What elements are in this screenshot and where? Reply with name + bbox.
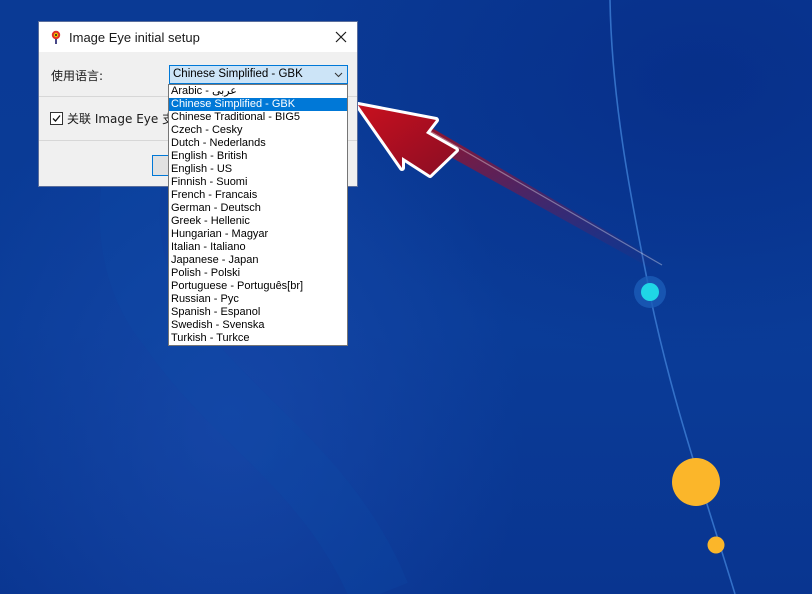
large-yellow-dot: [672, 458, 720, 506]
close-icon: [335, 31, 347, 43]
dropdown-option[interactable]: Arabic - عربى: [169, 85, 347, 98]
associate-option[interactable]: 关联 Image Eye 支持: [50, 110, 186, 127]
chevron-down-icon: [334, 72, 343, 78]
dropdown-option[interactable]: Chinese Simplified - GBK: [169, 98, 347, 111]
dropdown-option[interactable]: Chinese Traditional - BIG5: [169, 111, 347, 124]
close-button[interactable]: [325, 22, 357, 52]
dropdown-option[interactable]: Portuguese - Português[br]: [169, 280, 347, 293]
dropdown-option[interactable]: Czech - Cesky: [169, 124, 347, 137]
image-eye-app-icon: [48, 29, 64, 45]
window-title: Image Eye initial setup: [69, 29, 200, 45]
dropdown-option[interactable]: Hungarian - Magyar: [169, 228, 347, 241]
dropdown-option[interactable]: Japanese - Japan: [169, 254, 347, 267]
dropdown-option[interactable]: English - US: [169, 163, 347, 176]
dropdown-option[interactable]: Turkish - Turkce: [169, 332, 347, 345]
language-dropdown-list[interactable]: Arabic - عربى Chinese Simplified - GBK Chi…: [168, 84, 348, 346]
dropdown-option[interactable]: Dutch - Nederlands: [169, 137, 347, 150]
dropdown-option[interactable]: French - Francais: [169, 189, 347, 202]
language-label: 使用语言:: [51, 69, 104, 83]
dropdown-option[interactable]: Russian - Pyc: [169, 293, 347, 306]
associate-checkbox[interactable]: [50, 112, 63, 125]
dropdown-option[interactable]: German - Deutsch: [169, 202, 347, 215]
red-arrow-highlight: [429, 130, 663, 266]
language-select-value: Chinese Simplified - GBK: [173, 68, 303, 80]
dropdown-option[interactable]: Italian - Italiano: [169, 241, 347, 254]
dropdown-option[interactable]: Polish - Polski: [169, 267, 347, 280]
dropdown-option[interactable]: Finnish - Suomi: [169, 176, 347, 189]
checkmark-icon: [52, 115, 61, 122]
dropdown-option[interactable]: English - British: [169, 150, 347, 163]
dropdown-option[interactable]: Swedish - Svenska: [169, 319, 347, 332]
dropdown-option[interactable]: Spanish - Espanol: [169, 306, 347, 319]
title-bar[interactable]: Image Eye initial setup: [39, 22, 357, 52]
small-yellow-dot: [707, 536, 725, 554]
orbit-line: [609, 0, 736, 594]
cyan-dot: [641, 283, 659, 301]
dropdown-option[interactable]: Greek - Hellenic: [169, 215, 347, 228]
language-select[interactable]: Chinese Simplified - GBK: [169, 65, 348, 84]
